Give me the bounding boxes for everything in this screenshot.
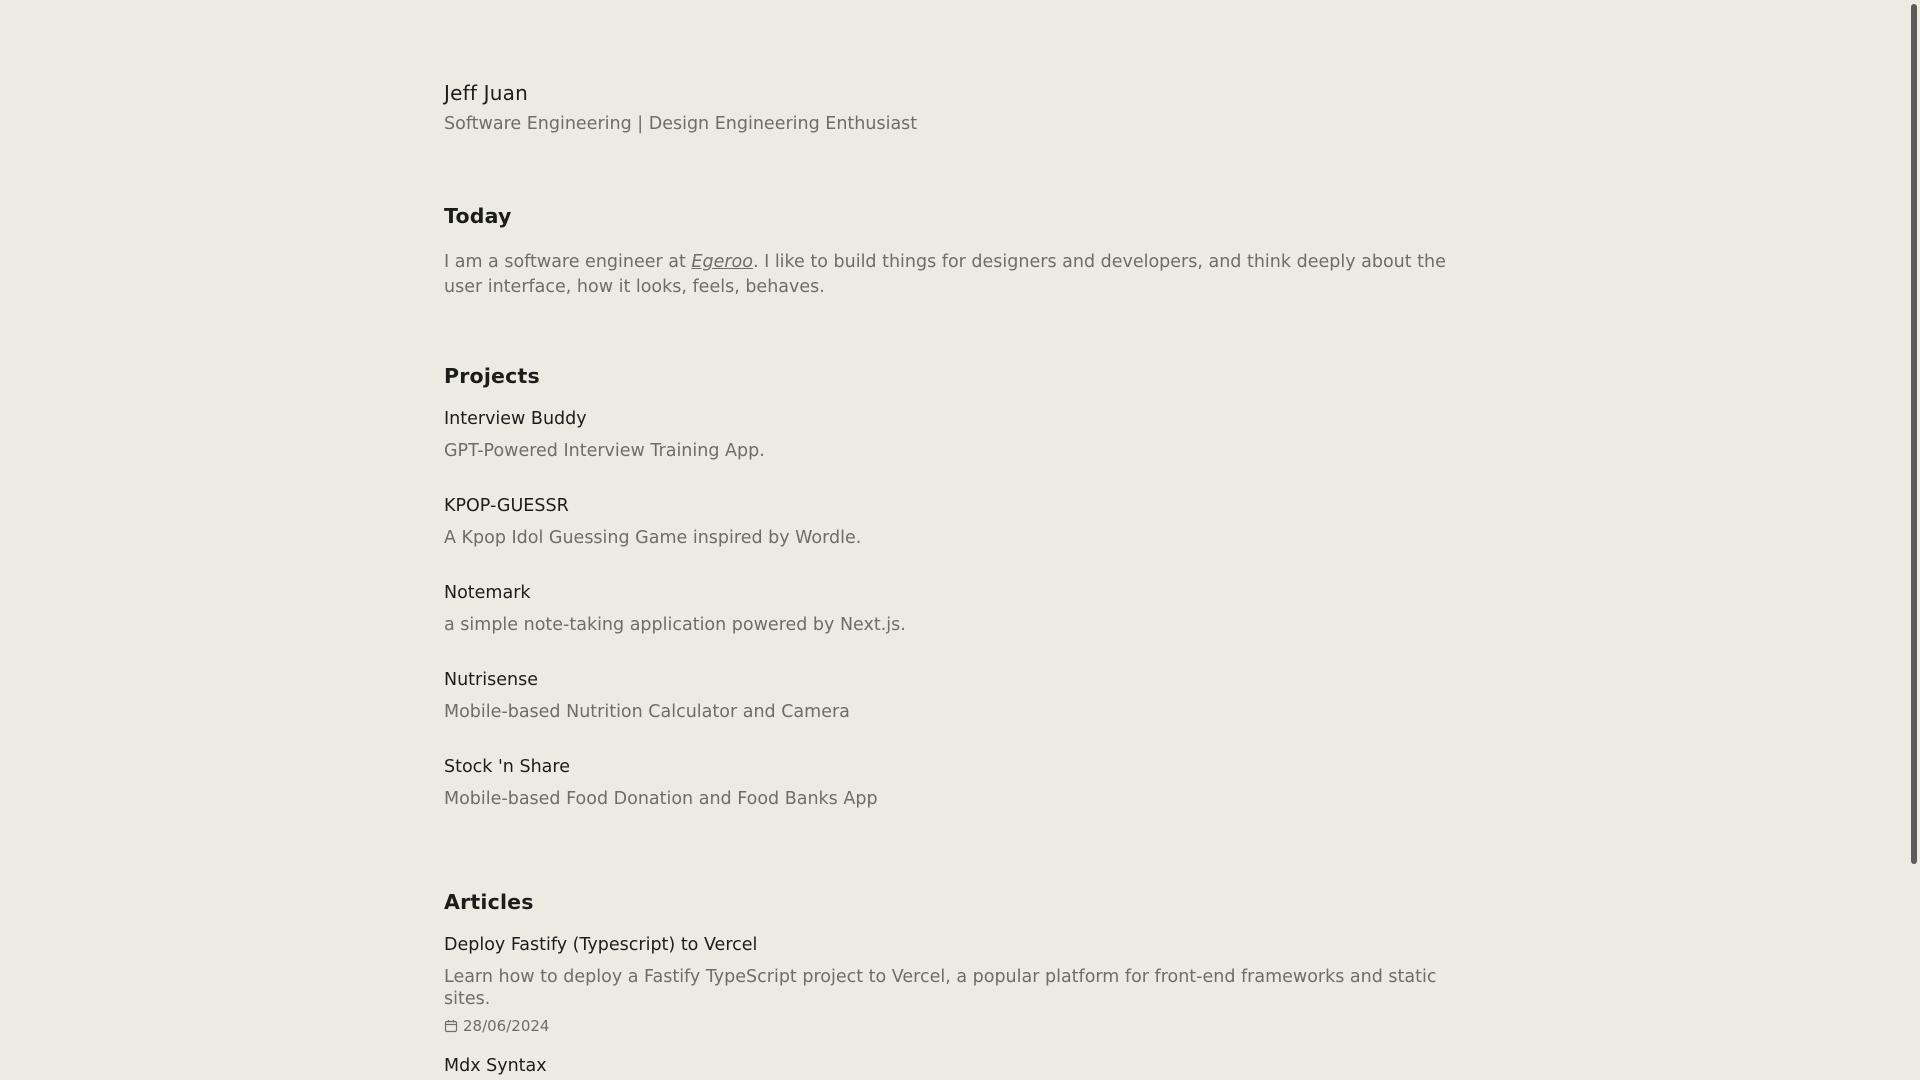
- project-name: Notemark: [444, 583, 531, 603]
- project-description: GPT-Powered Interview Training App.: [444, 441, 765, 461]
- company-link[interactable]: Egeroo: [691, 252, 753, 272]
- article-item-deploy-fastify[interactable]: Deploy Fastify (Typescript) to Vercel Le…: [444, 934, 1484, 1036]
- article-item-mdx-syntax[interactable]: Mdx Syntax: [444, 1055, 1484, 1077]
- project-description: Mobile-based Food Donation and Food Bank…: [444, 789, 878, 809]
- article-list: Deploy Fastify (Typescript) to Vercel Le…: [444, 934, 1484, 1077]
- project-list: Interview Buddy GPT-Powered Interview Tr…: [444, 408, 1484, 810]
- article-date: 28/06/2024: [444, 1016, 1484, 1036]
- today-section: Today I am a software engineer at Egeroo…: [444, 202, 1484, 300]
- profile-name: Jeff Juan: [444, 81, 528, 105]
- articles-section: Articles Deploy Fastify (Typescript) to …: [444, 888, 1484, 1077]
- project-description: Mobile-based Nutrition Calculator and Ca…: [444, 702, 850, 722]
- scrollbar-thumb[interactable]: [1911, 4, 1917, 864]
- project-item-notemark[interactable]: Notemark a simple note-taking applicatio…: [444, 582, 1484, 636]
- article-date-text: 28/06/2024: [463, 1017, 550, 1035]
- articles-title: Articles: [444, 890, 534, 914]
- projects-section: Projects Interview Buddy GPT-Powered Int…: [444, 362, 1484, 810]
- project-item-kpop-guessr[interactable]: KPOP-GUESSR A Kpop Idol Guessing Game in…: [444, 495, 1484, 549]
- today-text-before: I am a software engineer at: [444, 252, 692, 272]
- project-name: KPOP-GUESSR: [444, 496, 569, 516]
- profile-header: Jeff Juan Software Engineering | Design …: [444, 80, 1484, 136]
- project-item-interview-buddy[interactable]: Interview Buddy GPT-Powered Interview Tr…: [444, 408, 1484, 462]
- project-name: Stock 'n Share: [444, 757, 570, 777]
- project-name: Interview Buddy: [444, 409, 587, 429]
- project-description: A Kpop Idol Guessing Game inspired by Wo…: [444, 528, 862, 548]
- today-title: Today: [444, 204, 512, 228]
- projects-title: Projects: [444, 364, 540, 388]
- calendar-icon: [444, 1019, 458, 1033]
- article-title: Deploy Fastify (Typescript) to Vercel: [444, 935, 758, 955]
- main-content: Jeff Juan Software Engineering | Design …: [444, 80, 1484, 1077]
- profile-tagline: Software Engineering | Design Engineerin…: [444, 114, 918, 134]
- project-description: a simple note-taking application powered…: [444, 615, 906, 635]
- page-scrollbar[interactable]: [1906, 0, 1920, 1080]
- page: Jeff Juan Software Engineering | Design …: [0, 0, 1920, 1080]
- project-item-stock-n-share[interactable]: Stock 'n Share Mobile-based Food Donatio…: [444, 756, 1484, 810]
- today-description: I am a software engineer at Egeroo. I li…: [444, 250, 1484, 300]
- project-name: Nutrisense: [444, 670, 538, 690]
- article-description: Learn how to deploy a Fastify TypeScript…: [444, 967, 1437, 1009]
- article-title: Mdx Syntax: [444, 1056, 547, 1076]
- project-item-nutrisense[interactable]: Nutrisense Mobile-based Nutrition Calcul…: [444, 669, 1484, 723]
